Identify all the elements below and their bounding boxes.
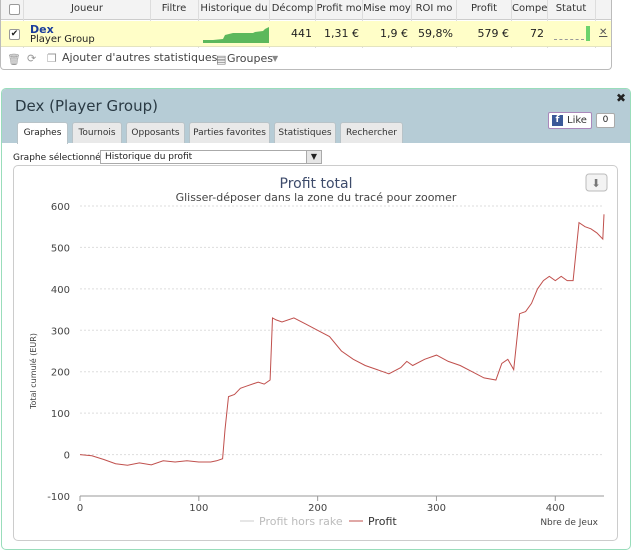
col-joueur[interactable]: Joueur [26, 3, 148, 17]
legend-item-rake[interactable]: Profit hors rake [259, 515, 343, 528]
y-tick-label: 500 [51, 243, 70, 254]
cell-profit-moyen: 1,31 € [324, 27, 359, 40]
player-site: Player Group [30, 34, 95, 45]
trash-icon[interactable]: 🗑 [7, 53, 21, 66]
row-checkbox[interactable]: ✔ [9, 29, 20, 40]
facebook-like-button[interactable]: f Like [548, 112, 592, 129]
col-historique[interactable]: Historique du [199, 3, 269, 17]
table-header: Joueur Filtre Historique du Décomp Profi… [1, 0, 611, 20]
add-stats-link[interactable]: Ajouter d'autres statistiques [62, 51, 217, 64]
y-axis-label: Total cumulé (EUR) [28, 333, 38, 410]
close-icon[interactable]: ✖ [616, 91, 626, 105]
y-tick-label: 100 [51, 409, 70, 420]
tab-graphes[interactable]: Graphes [17, 122, 68, 144]
x-axis-label: Nbre de Jeux [540, 518, 598, 528]
copy-icon[interactable]: ❐ [47, 52, 57, 65]
graph-select-label: Graphe sélectionné : [13, 153, 107, 163]
col-filtre[interactable]: Filtre [151, 3, 197, 17]
panel-title: Dex (Player Group) [15, 97, 158, 115]
refresh-icon[interactable]: ⟳ [27, 52, 36, 65]
cell-decomp: 441 [291, 27, 312, 40]
status-divider [554, 39, 584, 40]
download-icon: ⬇ [591, 177, 600, 190]
y-tick-label: 400 [51, 285, 70, 296]
y-tick-label: 0 [64, 451, 70, 462]
remove-row-icon[interactable]: ✕ [599, 27, 607, 38]
series-line-profit[interactable] [79, 214, 605, 466]
chart-title: Profit total [280, 176, 353, 192]
like-label: Like [567, 115, 587, 126]
chart-container: Profit total Glisser-déposer dans la zon… [13, 165, 618, 541]
panel-header: Dex (Player Group) ✖ Graphes Tournois Op… [2, 89, 630, 144]
table-footer: 🗑 ⟳ ❐ Ajouter d'autres statistiques ▤ Gr… [1, 49, 611, 69]
cell-roi: 59,8% [418, 27, 453, 40]
x-tick-label: 100 [189, 503, 208, 514]
tab-rechercher[interactable]: Rechercher [340, 122, 403, 143]
col-roi[interactable]: ROI mo [412, 3, 456, 17]
status-bar [586, 26, 590, 41]
table-row[interactable]: ✔ Dex Player Group 441 1,31 € 1,9 € 59,8… [1, 21, 611, 47]
cell-profit: 579 € [477, 27, 510, 40]
x-tick-label: 0 [77, 503, 83, 514]
tab-tournois[interactable]: Tournois [72, 122, 122, 143]
y-tick-label: 200 [51, 368, 70, 379]
x-tick-label: 200 [308, 503, 327, 514]
cell-compe: 72 [530, 27, 544, 40]
graph-select[interactable]: Historique du profit ▼ [100, 150, 322, 164]
tab-parties-favorites[interactable]: Parties favorites [189, 122, 270, 143]
chart-subtitle: Glisser-déposer dans la zone du tracé po… [176, 191, 457, 204]
like-count: 0 [596, 113, 615, 128]
col-mise-moyenne[interactable]: Mise moy [363, 3, 411, 17]
groups-icon: ▤ [216, 53, 227, 66]
y-tick-label: 300 [51, 326, 70, 337]
select-all-checkbox[interactable] [9, 4, 20, 15]
profit-chart[interactable]: Profit total Glisser-déposer dans la zon… [14, 166, 617, 540]
chevron-down-icon[interactable]: ▼ [306, 151, 321, 163]
col-profit-moyen[interactable]: Profit mo [316, 3, 362, 17]
x-tick-label: 400 [546, 503, 565, 514]
tab-opposants[interactable]: Opposants [126, 122, 185, 143]
y-tick-label: 600 [51, 202, 70, 213]
graph-select-value: Historique du profit [105, 152, 193, 162]
cell-mise-moyenne: 1,9 € [380, 27, 408, 40]
facebook-icon: f [552, 115, 563, 126]
col-decomp[interactable]: Décomp [270, 3, 315, 17]
history-sparkline [203, 27, 269, 43]
col-profit[interactable]: Profit [457, 3, 511, 17]
col-statut[interactable]: Statut [548, 3, 594, 17]
groups-dropdown[interactable]: Groupes [227, 52, 273, 65]
col-compe[interactable]: Compe [512, 3, 547, 17]
legend-item-profit[interactable]: Profit [368, 515, 397, 528]
y-tick-label: -100 [47, 492, 70, 503]
chevron-down-icon[interactable]: ▼ [272, 54, 278, 63]
tab-statistiques[interactable]: Statistiques [274, 122, 336, 143]
x-tick-label: 300 [427, 503, 446, 514]
player-stats-table: Joueur Filtre Historique du Décomp Profi… [0, 0, 612, 70]
